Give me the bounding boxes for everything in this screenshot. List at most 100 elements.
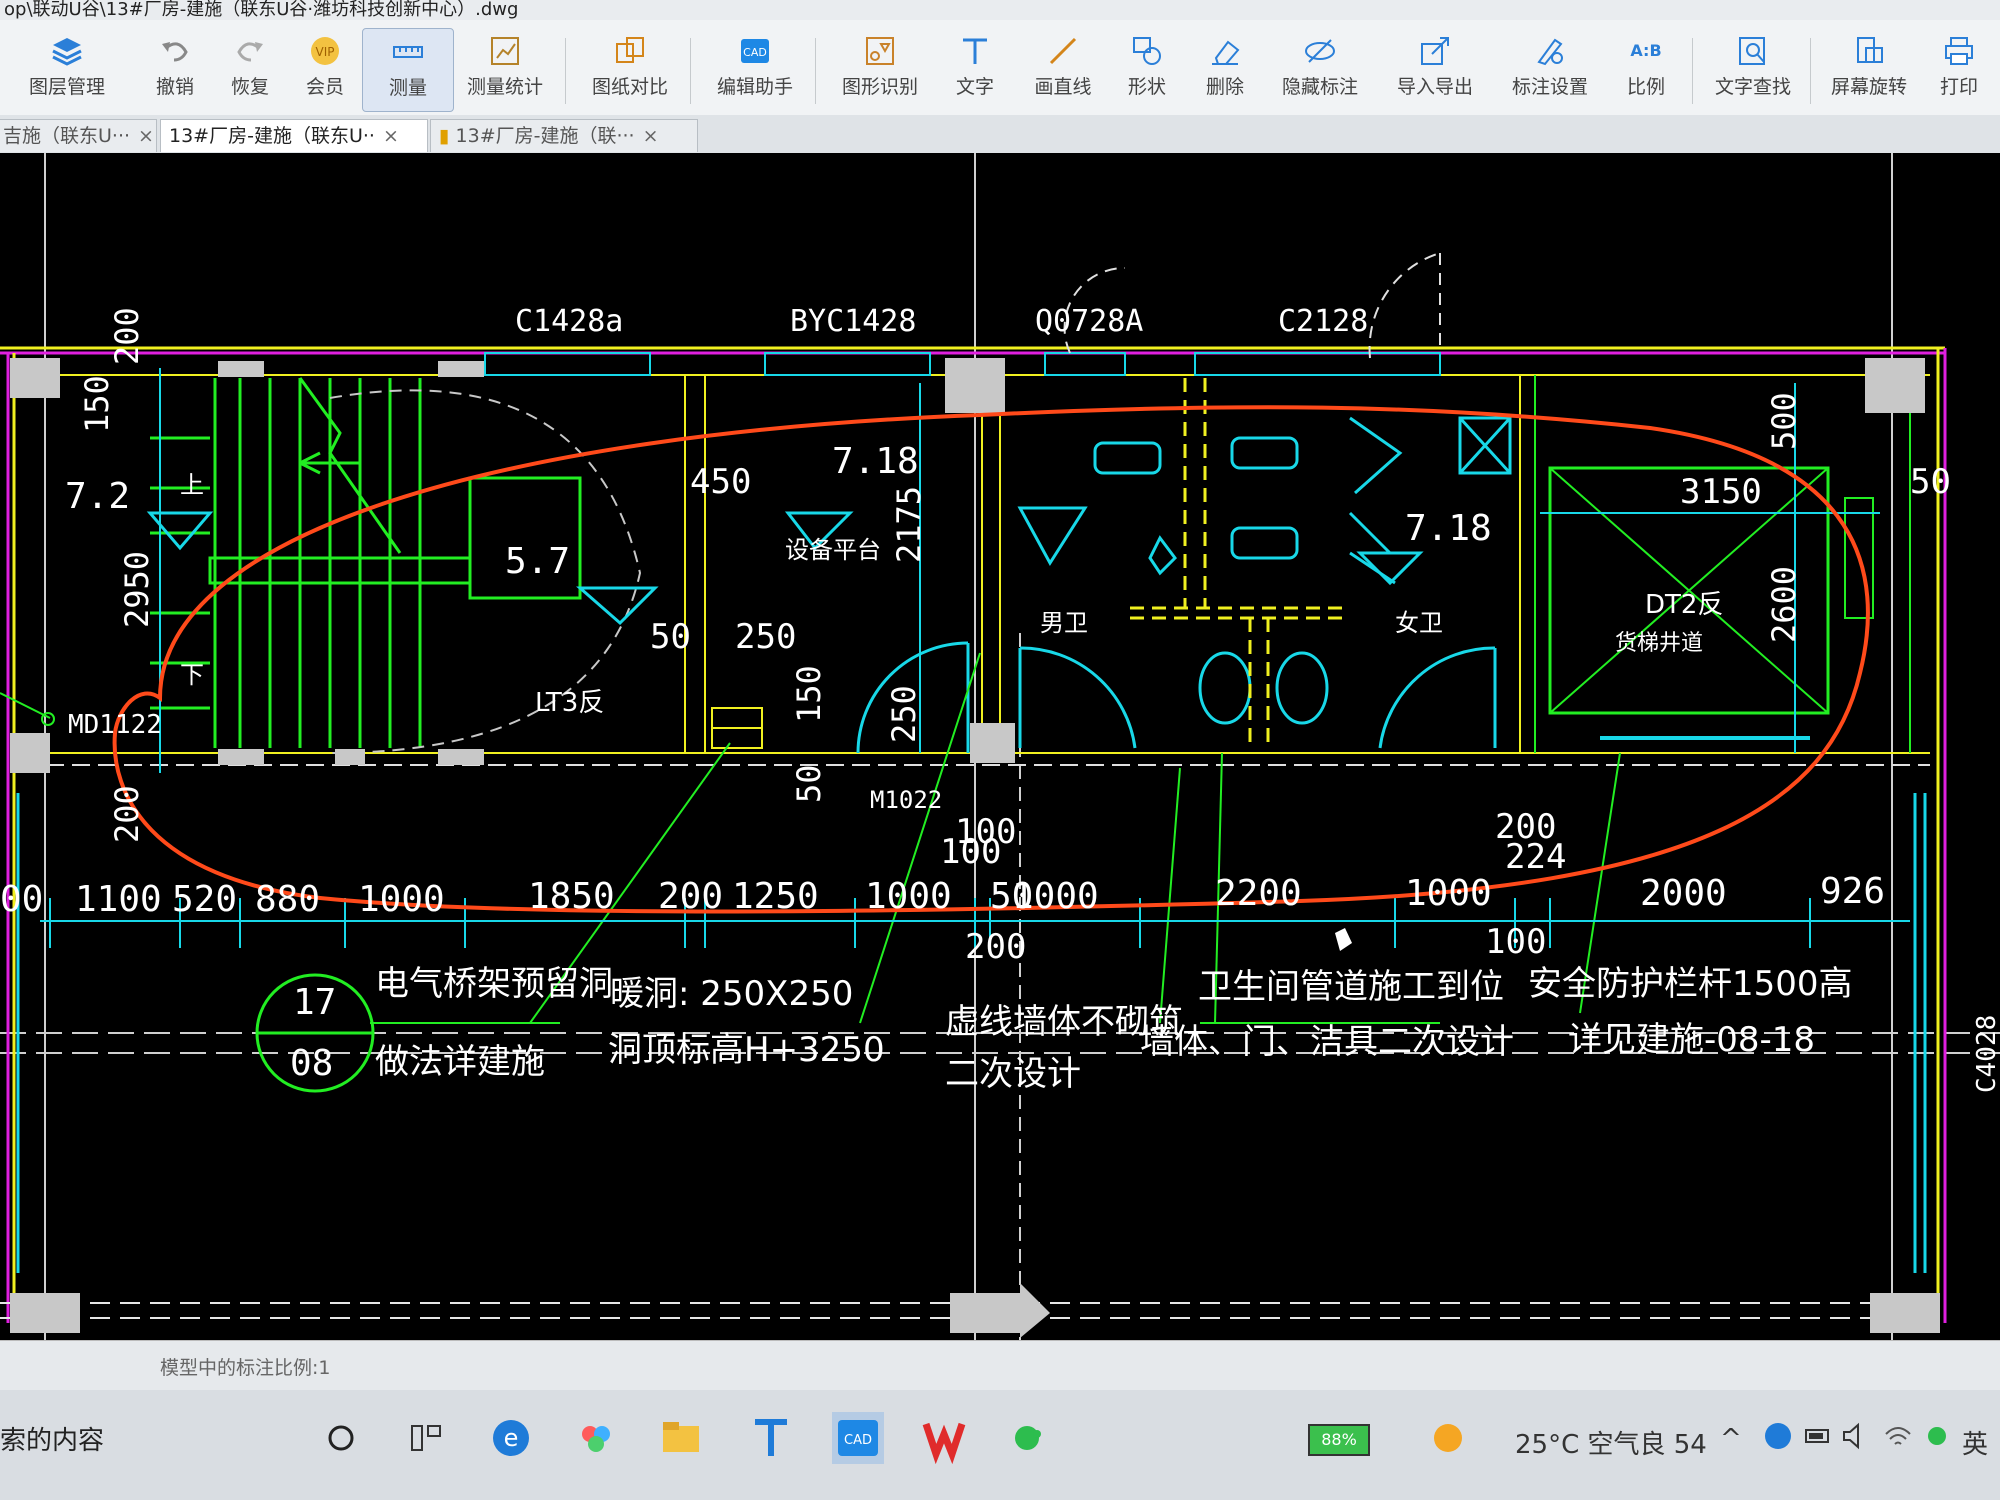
annotation-settings-button[interactable]: 标注设置 [1500, 28, 1600, 110]
shape-recognize-icon [866, 37, 894, 65]
chat-app-icon[interactable] [1005, 1412, 1057, 1464]
shape-button[interactable]: 形状 [1102, 28, 1192, 110]
dimension-label: 100 [1485, 922, 1546, 962]
window-label: C2128 [1278, 304, 1368, 339]
note-text: 卫生间管道施工到位 [1198, 967, 1504, 1007]
door-marker [41, 712, 55, 726]
toolbar-separator [690, 38, 691, 104]
dimension-label: 1000 [1012, 876, 1099, 917]
edit-assistant-icon: CAD [741, 39, 769, 63]
toolbar-label: 屏幕旋转 [1830, 76, 1907, 98]
toolbar-label: 导入导出 [1396, 76, 1473, 98]
toolbar-separator [815, 38, 816, 104]
dimension-label: 00 [0, 879, 43, 920]
window-c2128 [1194, 352, 1441, 376]
dimension-label: 880 [255, 879, 320, 920]
browser-tray-icon[interactable] [1762, 1420, 1794, 1452]
dimension-label: 150 [790, 665, 828, 723]
note-text: 电气桥架预留洞 [375, 964, 613, 1004]
toolbar-label: 图纸对比 [591, 76, 668, 98]
toolbar-label: 图层管理 [28, 76, 105, 98]
measure-stats-button[interactable]: 测量统计 [450, 28, 560, 110]
note-text: 二次设计 [945, 1054, 1081, 1094]
toolbar-label: 测量 [388, 77, 427, 99]
layers-icon [52, 38, 82, 66]
toolbar-label: 会员 [305, 76, 344, 98]
toolbar-label: 比例 [1626, 76, 1665, 98]
volume-icon[interactable] [1840, 1420, 1872, 1452]
room-label-equipment: 设备平台 [785, 536, 881, 564]
wifi-icon[interactable] [1882, 1420, 1914, 1452]
note-text: 洞顶标高H+3250 [608, 1030, 885, 1070]
compare-button[interactable]: 图纸对比 [575, 28, 685, 110]
vip-button[interactable]: VIP 会员 [280, 28, 370, 110]
chat-tray-icon[interactable] [1922, 1420, 1952, 1452]
dimension-label: 500 [1765, 392, 1803, 450]
door-label: MD1122 [68, 710, 162, 740]
tab-document-1[interactable]: 吉施（联东U··· × [0, 119, 157, 152]
column [438, 361, 484, 377]
column [945, 358, 1005, 413]
stair-label: LT3反 [535, 688, 604, 718]
weather-text[interactable]: 25°C 空气良 54 [1515, 1424, 1707, 1461]
undo-icon [162, 42, 188, 62]
battery-tray-icon[interactable] [1804, 1422, 1834, 1450]
search-box[interactable]: 索的内容 [0, 1420, 104, 1457]
measure-button[interactable]: 测量 [362, 28, 454, 112]
text-search-button[interactable]: 文字查找 [1700, 28, 1806, 110]
note-text: 详见建施-08-18 [1568, 1020, 1815, 1060]
door-label: M1022 [870, 786, 942, 814]
cad-viewer-icon[interactable]: CAD [832, 1412, 884, 1464]
scale-button[interactable]: A:B 比例 [1604, 28, 1688, 110]
hand-cursor-icon [1335, 928, 1352, 951]
edit-assistant-button[interactable]: CAD 编辑助手 [700, 28, 810, 110]
widgets-icon[interactable] [400, 1412, 452, 1464]
toolbar-label: 文字 [955, 76, 994, 98]
edge-browser-icon[interactable]: e [485, 1412, 537, 1464]
print-icon [1945, 37, 1973, 65]
dimension-label: 520 [172, 879, 237, 920]
wps-office-icon[interactable] [918, 1412, 970, 1464]
rotate-screen-button[interactable]: 屏幕旋转 [1816, 28, 1922, 110]
close-icon[interactable]: × [383, 125, 399, 147]
drawing-canvas[interactable]: C1428a BYC1428 Q0728A C2128 设备平台 男卫 女卫 D… [0, 153, 2000, 1340]
text-app-icon[interactable] [745, 1412, 797, 1464]
dimension-label: 1850 [528, 876, 615, 917]
task-view-icon[interactable] [315, 1412, 367, 1464]
column [438, 749, 484, 765]
dimension-label: 3150 [1680, 472, 1762, 512]
column [218, 361, 264, 377]
draw-line-button[interactable]: 画直线 [1018, 28, 1108, 110]
tab-document-2[interactable]: 13#厂房-建施（联东U·· × [160, 119, 428, 152]
app-icon[interactable] [570, 1412, 622, 1464]
tray-chevron-icon[interactable]: ^ [1720, 1424, 1742, 1454]
note-text: 墙体、门、洁具二次设计 [1140, 1022, 1514, 1062]
svg-text:e: e [504, 1424, 519, 1452]
dimension-label: 450 [690, 462, 751, 502]
battery-indicator: 88% [1308, 1424, 1370, 1456]
file-explorer-icon[interactable] [655, 1412, 707, 1464]
close-icon[interactable]: × [643, 125, 659, 147]
detail-ref-number: 17 [293, 982, 336, 1023]
text-search-icon [1739, 37, 1765, 65]
text-icon [963, 38, 987, 64]
hide-annotation-button[interactable]: 隐藏标注 [1270, 28, 1370, 110]
line-icon [1049, 37, 1077, 65]
lock-icon: ▮ [439, 125, 450, 147]
shape-icon [1133, 37, 1161, 65]
layers-button[interactable]: 图层管理 [22, 28, 112, 110]
dimension-label: 200 [108, 785, 146, 843]
dimension-label: 224 [1505, 837, 1566, 877]
shape-recognize-button[interactable]: 图形识别 [825, 28, 935, 110]
input-method-indicator[interactable]: 英 [1962, 1424, 1988, 1461]
dashed-partitions [1130, 378, 1350, 748]
text-tool-button[interactable]: 文字 [930, 28, 1020, 110]
print-button[interactable]: 打印 [1920, 28, 1998, 110]
toolbar-separator [1810, 38, 1811, 104]
tab-document-3[interactable]: ▮ 13#厂房-建施（联··· × [430, 119, 698, 152]
delete-button[interactable]: 删除 [1180, 28, 1270, 110]
scale-icon: A:B [1630, 41, 1662, 60]
import-export-button[interactable]: 导入导出 [1385, 28, 1485, 110]
close-icon[interactable]: × [138, 125, 154, 147]
status-bar: 模型中的标注比例:1 [0, 1340, 2000, 1391]
